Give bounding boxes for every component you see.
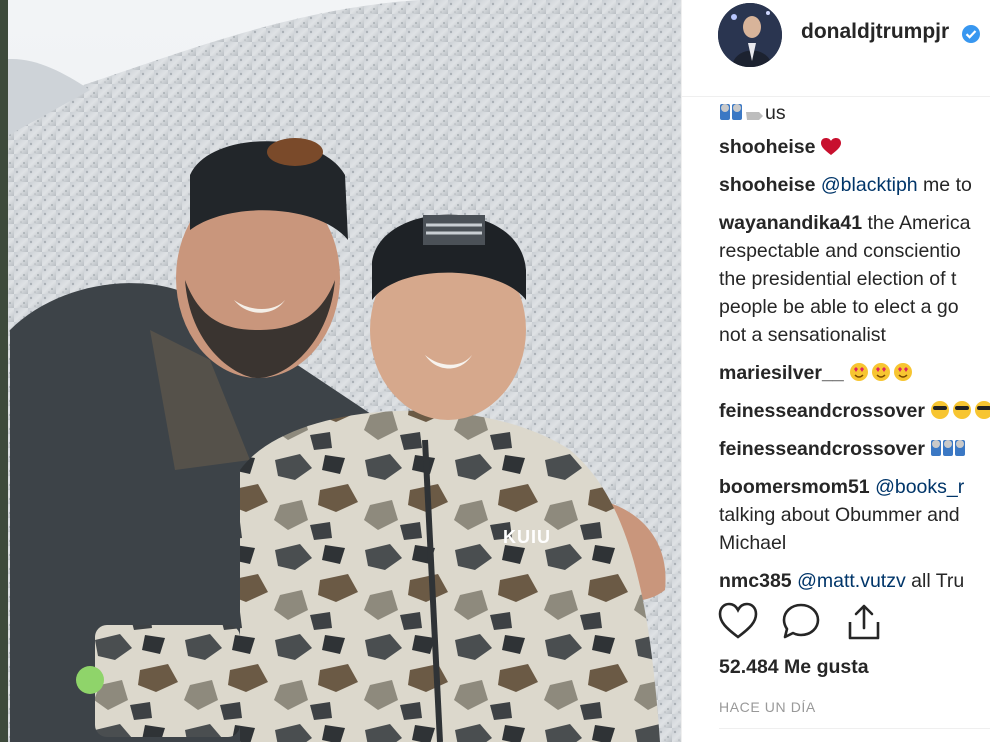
comment-row: shooheise @blacktiph me to [719,171,990,199]
jacket-brand-label: KUIU [503,527,551,547]
comment-row: feinesseandcrossover [719,397,990,428]
verified-badge-icon [962,25,980,43]
comment-text: people be able to elect a go [719,296,959,318]
comments-list: us shooheise shooheise @blacktiph me to … [719,97,990,593]
comment-mention-link[interactable]: @matt.vutzv [797,570,906,592]
post-timestamp[interactable]: HACE UN DÍA [719,699,816,715]
comment-row: feinesseandcrossover [719,435,990,466]
comment-mention-link[interactable]: @books_r [875,476,964,498]
comment-continuation: respectable and conscientio [719,237,990,265]
praise-hands-pointing-hand-emoji [719,102,765,130]
comment-username[interactable]: shooheise [719,136,815,158]
comment-row: wayanandika41 the America [719,209,990,237]
comment-text: the presidential election of t [719,268,957,290]
post-sidebar: donaldjtrumpjr us shooheise shooheise @b… [681,0,990,742]
comment-username[interactable]: wayanandika41 [719,212,862,234]
post-photo[interactable]: KUIU [0,0,681,742]
comment-username[interactable]: boomersmom51 [719,476,870,498]
avatar[interactable] [718,3,782,67]
comment-text: not a sensationalist [719,324,886,346]
comment-text: respectable and conscientio [719,240,961,262]
sunglasses-faces-emoji [930,400,990,428]
red-heart-emoji [820,136,841,164]
post-author-username[interactable]: donaldjtrumpjr [801,20,949,44]
share-upload-icon[interactable] [845,602,883,642]
comment-continuation: Michael [719,529,990,557]
comment-row: us [719,99,990,130]
comment-row: shooheise [719,133,990,164]
post-header: donaldjtrumpjr [682,0,990,97]
comment-text: all Tru [905,570,965,592]
comment-row: nmc385 @matt.vutzv all Tru [719,567,990,593]
comment-username[interactable]: feinesseandcrossover [719,400,925,422]
comment-speech-bubble-icon[interactable] [781,602,821,640]
post-photo-image [0,0,681,742]
comment-username[interactable]: mariesilver__ [719,362,844,384]
comment-text: us [765,102,786,124]
comment-continuation: talking about Obummer and [719,501,990,529]
post-actions-bar [682,594,990,654]
divider [719,728,990,729]
comment-mention-link[interactable]: @blacktiph [821,174,918,196]
comment-row: boomersmom51 @books_r [719,473,990,501]
likes-count[interactable]: 52.484 Me gusta [719,656,869,679]
comment-text: Michael [719,532,787,554]
like-heart-outline-icon[interactable] [718,602,758,640]
praise-hands-emoji [930,438,990,466]
comment-username[interactable]: feinesseandcrossover [719,438,925,460]
comment-row: mariesilver__ [719,359,990,390]
comment-text: me to [917,174,972,196]
comment-username[interactable]: shooheise [719,174,815,196]
comment-username[interactable]: nmc385 [719,570,792,592]
comment-continuation: not a sensationalist [719,321,990,349]
comment-text: the America [862,212,971,234]
comment-continuation: people be able to elect a go [719,293,990,321]
comment-text: talking about Obummer and [719,504,960,526]
heart-eyes-faces-emoji [849,362,915,390]
comment-continuation: the presidential election of t [719,265,990,293]
